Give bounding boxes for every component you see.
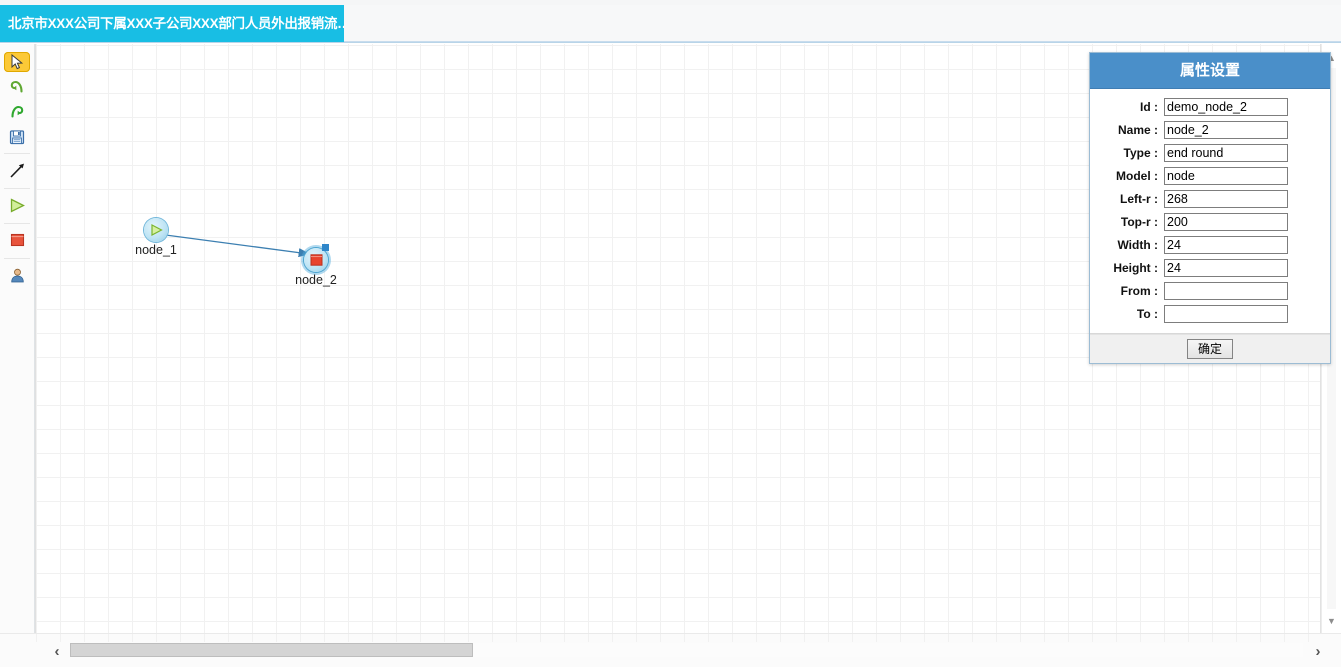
horizontal-scroll-track[interactable] [70, 643, 1303, 657]
form-row-name: Name : [1090, 118, 1322, 141]
property-panel: 属性设置 Id : Name : Type : Model : Left-r : [1089, 52, 1331, 364]
horizontal-scrollbar[interactable]: ‹ › [0, 633, 1341, 667]
start-node-icon[interactable] [144, 218, 168, 242]
stop-square-icon [10, 233, 24, 247]
form-row-height: Height : [1090, 256, 1322, 279]
height-field[interactable] [1164, 258, 1288, 277]
end-node-tool[interactable] [4, 223, 30, 252]
form-row-left: Left-r : [1090, 187, 1322, 210]
tab-workflow-active[interactable]: 北京市XXX公司下属XXX子公司XXX部门人员外出报销流… [0, 5, 344, 42]
tab-bar-empty-area [344, 5, 1341, 42]
width-label: Width : [1117, 237, 1158, 252]
left-toolbar [0, 44, 35, 633]
form-row-width: Width : [1090, 233, 1322, 256]
name-field[interactable] [1164, 120, 1288, 139]
connector-tool[interactable] [4, 153, 30, 182]
play-triangle-icon [10, 197, 25, 213]
height-label: Height : [1113, 260, 1158, 275]
name-label: Name : [1117, 122, 1158, 137]
model-field[interactable] [1164, 166, 1288, 185]
play-triangle-icon [150, 224, 163, 236]
to-field[interactable] [1164, 304, 1288, 323]
redo-tool[interactable] [4, 102, 30, 122]
person-icon [10, 268, 24, 282]
start-node-tool[interactable] [4, 188, 30, 217]
node-label: node_1 [135, 243, 177, 257]
type-field[interactable] [1164, 143, 1288, 162]
cursor-icon [11, 54, 24, 70]
form-row-model: Model : [1090, 164, 1322, 187]
confirm-button[interactable]: 确定 [1187, 339, 1233, 359]
save-icon [9, 130, 25, 145]
edge-node1-node2[interactable] [157, 233, 311, 258]
redo-icon [11, 105, 24, 118]
chevron-down-icon: ▼ [1327, 616, 1336, 626]
property-form: Id : Name : Type : Model : Left-r : Top- [1090, 89, 1330, 334]
type-label: Type : [1123, 145, 1158, 160]
property-panel-footer: 确定 [1090, 334, 1330, 363]
undo-tool[interactable] [4, 77, 30, 97]
canvas-bottom-grid-strip [35, 634, 1321, 642]
user-task-tool[interactable] [4, 258, 30, 287]
form-row-id: Id : [1090, 95, 1322, 118]
chevron-right-icon: › [1315, 642, 1321, 660]
id-field[interactable] [1164, 97, 1288, 116]
form-row-to: To : [1090, 302, 1322, 325]
horizontal-scroll-thumb[interactable] [70, 643, 473, 657]
width-field[interactable] [1164, 235, 1288, 254]
save-tool[interactable] [4, 127, 30, 147]
tab-title: 北京市XXX公司下属XXX子公司XXX部门人员外出报销流… [8, 16, 344, 31]
scroll-down-button[interactable]: ▼ [1322, 613, 1341, 629]
left-field[interactable] [1164, 189, 1288, 208]
tab-bar: 北京市XXX公司下属XXX子公司XXX部门人员外出报销流… [0, 0, 1341, 43]
scroll-right-button[interactable]: › [1307, 639, 1329, 663]
model-label: Model : [1116, 168, 1158, 183]
top-field[interactable] [1164, 212, 1288, 231]
node-label: node_2 [295, 273, 337, 287]
undo-icon [10, 80, 23, 93]
to-label: To : [1136, 306, 1158, 321]
id-label: Id : [1140, 99, 1158, 114]
canvas-left-border [35, 44, 36, 633]
scroll-left-button[interactable]: ‹ [46, 639, 68, 663]
form-row-type: Type : [1090, 141, 1322, 164]
canvas-node-node_1[interactable]: node_1 [135, 218, 177, 257]
end-node-icon[interactable] [304, 248, 328, 272]
property-panel-title: 属性设置 [1090, 53, 1330, 89]
canvas-node-node_2[interactable]: node_2 [295, 244, 337, 287]
workflow-designer-app: 北京市XXX公司下属XXX子公司XXX部门人员外出报销流… node_1 nod… [0, 0, 1341, 667]
select-tool[interactable] [4, 52, 30, 72]
top-label: Top-r : [1120, 214, 1158, 229]
stop-square-icon [310, 254, 322, 266]
arrow-line-icon [9, 163, 24, 178]
from-field[interactable] [1164, 281, 1288, 300]
left-label: Left-r : [1120, 191, 1158, 206]
form-row-from: From : [1090, 279, 1322, 302]
chevron-left-icon: ‹ [54, 642, 60, 660]
form-row-top: Top-r : [1090, 210, 1322, 233]
from-label: From : [1120, 283, 1158, 298]
